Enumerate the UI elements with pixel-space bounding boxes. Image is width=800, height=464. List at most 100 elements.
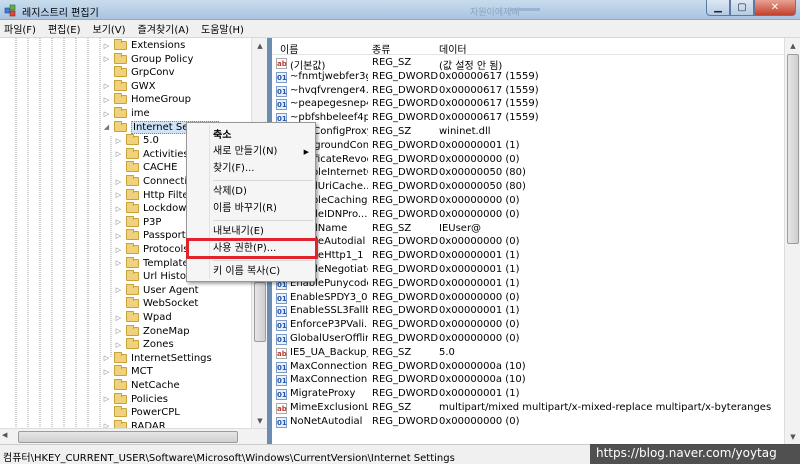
expand-arrow-icon[interactable]: ▷ xyxy=(114,150,123,159)
close-button[interactable]: ✕ xyxy=(754,0,796,16)
expand-arrow-icon[interactable]: ▷ xyxy=(114,340,123,349)
value-row[interactable]: 01GlobalUserOffline REG_DWORD0x00000000 (… xyxy=(272,333,784,346)
scroll-down-arrow-icon[interactable]: ▼ xyxy=(252,413,268,428)
tree-item[interactable]: ▷ Group Policy xyxy=(102,52,193,66)
expand-arrow-icon[interactable]: ▷ xyxy=(114,259,123,268)
scroll-up-arrow-icon[interactable]: ▲ xyxy=(252,38,268,53)
tree-item[interactable]: CACHE xyxy=(114,161,177,174)
value-row[interactable]: 01 ~hvqfvrenger4... REG_DWORD 0x00000617 (1… xyxy=(272,85,784,98)
tree-item[interactable]: NetCache xyxy=(102,379,180,392)
tree-item[interactable]: ▷ InternetSettings xyxy=(102,351,212,365)
expand-arrow-icon[interactable]: ▷ xyxy=(114,245,123,254)
expand-arrow-icon[interactable]: ▷ xyxy=(102,82,111,91)
tree-item[interactable]: ▷ ZoneMap xyxy=(114,324,190,338)
tree-item[interactable]: ▷ GWX xyxy=(102,79,156,93)
context-menu-item[interactable]: 이름 바꾸기(R) xyxy=(189,201,313,217)
expand-arrow-icon[interactable]: ▷ xyxy=(102,354,111,363)
value-row[interactable]: 01 EnablePunycode REG_DWORD 0x00000001 (1) xyxy=(272,278,784,291)
tree-item[interactable]: ▷ Wpad xyxy=(114,311,172,324)
scroll-up-arrow-icon[interactable]: ▲ xyxy=(785,38,800,53)
tree-item[interactable]: ▷ MCT xyxy=(102,365,153,378)
tree-item[interactable]: ▷ Extensions xyxy=(102,39,185,52)
value-row[interactable]: 01DisableInternetCom...REG_DWORD0x000000… xyxy=(272,167,784,180)
value-row[interactable]: 01~fnmtjwebfer3g... REG_DWORD0x00000617 (… xyxy=(272,71,784,84)
menu-favorites[interactable]: 즐겨찾기(A) xyxy=(138,21,189,36)
value-row[interactable]: abAutoConfigProxyREG_SZwininet.dll xyxy=(272,126,784,139)
tree-item[interactable]: ▷ User Agent xyxy=(114,283,199,297)
value-row[interactable]: abEmailNameREG_SZIEUser@ xyxy=(272,223,784,236)
value-row[interactable]: 01EnableNegotiateREG_DWORD0x00000001 (1) xyxy=(272,264,784,277)
context-menu-item[interactable]: 축소 xyxy=(189,128,313,144)
column-type[interactable]: 종류 xyxy=(372,41,390,56)
context-menu-item[interactable]: 키 이름 복사(C) xyxy=(189,264,313,280)
value-row[interactable]: 01EnableSSL3Fallb... REG_DWORD0x00000001 … xyxy=(272,305,784,318)
tree-item[interactable]: ▷ Zones xyxy=(114,338,174,351)
column-data[interactable]: 데이터 xyxy=(439,41,467,56)
value-row[interactable]: 01~pbfshbeleef4p...REG_DWORD0x00000617 (… xyxy=(272,112,784,125)
expand-arrow-icon[interactable]: ▷ xyxy=(102,55,111,64)
tree-item[interactable]: Url History xyxy=(114,270,196,283)
value-row[interactable]: 01EnableIDNPro...REG_DWORD0x00000000 (0) xyxy=(272,209,784,222)
value-row[interactable]: 01~peapegesnep4... REG_DWORD0x00000617 (1… xyxy=(272,98,784,111)
expand-arrow-icon[interactable]: ▷ xyxy=(114,218,123,227)
expand-arrow-icon[interactable]: ◢ xyxy=(102,123,111,132)
expand-arrow-icon[interactable]: ▷ xyxy=(114,191,123,200)
menu-help[interactable]: 도움말(H) xyxy=(201,21,244,36)
tree-item[interactable]: WebSocket xyxy=(114,297,198,310)
menu-view[interactable]: 보기(V) xyxy=(93,21,126,36)
tree-item[interactable]: ▷ Passport xyxy=(114,229,186,242)
value-row[interactable]: 01MaxConnection... REG_DWORD0x0000000a (1… xyxy=(272,374,784,387)
tree-scroll-thumb[interactable] xyxy=(254,282,266,342)
expand-arrow-icon[interactable]: ▷ xyxy=(102,109,111,118)
expand-arrow-icon[interactable]: ▷ xyxy=(114,136,123,145)
expand-arrow-icon[interactable]: ▷ xyxy=(102,95,111,104)
tree-item[interactable]: ▷ Activities xyxy=(114,147,189,161)
context-menu-item[interactable]: 찾기(F)... xyxy=(189,161,313,177)
expand-arrow-icon[interactable]: ▷ xyxy=(102,395,111,404)
menu-file[interactable]: 파일(F) xyxy=(4,21,36,36)
tree-item[interactable]: ▷ HomeGroup xyxy=(102,93,191,106)
tree-horizontal-scrollbar[interactable]: ◀ xyxy=(0,428,267,444)
values-scroll-thumb[interactable] xyxy=(787,54,799,244)
expand-arrow-icon[interactable]: ▷ xyxy=(114,327,123,336)
tree-item[interactable]: GrpConv xyxy=(102,66,175,79)
value-row[interactable]: 01EnableHttp1_1REG_DWORD0x00000001 (1) xyxy=(272,250,784,263)
tree-item[interactable]: ▷ RADAR xyxy=(102,419,166,428)
tree-item[interactable]: ▷ Policies xyxy=(102,392,168,406)
tree-item[interactable]: ▷ 5.0 xyxy=(114,134,159,147)
value-row[interactable]: 01 MigrateProxy REG_DWORD 0x00000001 (1) xyxy=(272,388,784,401)
value-row[interactable]: abIE5_UA_Backup_... REG_SZ 5.0 xyxy=(272,347,784,360)
value-row[interactable]: 01 EnableSPDY3_0 REG_DWORD 0x00000000 (0) xyxy=(272,292,784,305)
scroll-down-arrow-icon[interactable]: ▼ xyxy=(785,429,800,444)
value-row[interactable]: 01EmailUriCache...REG_DWORD0x00000050 (8… xyxy=(272,181,784,194)
tree-item[interactable]: ▷ Protocols xyxy=(114,243,189,256)
tree-item[interactable]: PowerCPL xyxy=(102,406,180,419)
value-row[interactable]: 01CertificateRevoc...REG_DWORD0x00000000… xyxy=(272,154,784,167)
tree-item[interactable]: ▷ P3P xyxy=(114,215,161,229)
value-row[interactable]: ab (기본값) REG_SZ (값 설정 안 됨) xyxy=(272,57,784,72)
expand-arrow-icon[interactable]: ▷ xyxy=(102,367,111,376)
menu-edit[interactable]: 편집(E) xyxy=(48,21,81,36)
column-name[interactable]: 이름 xyxy=(280,41,298,56)
expand-arrow-icon[interactable]: ▷ xyxy=(114,313,123,322)
value-row[interactable]: 01EnableAutodialREG_DWORD0x00000000 (0) xyxy=(272,236,784,249)
maximize-button[interactable]: ▢ xyxy=(730,0,754,16)
value-row[interactable]: 01DisableCaching...REG_DWORD0x00000000 (… xyxy=(272,195,784,208)
context-menu-item[interactable]: 삭제(D) xyxy=(189,184,313,200)
expand-arrow-icon[interactable]: ▷ xyxy=(114,231,123,240)
value-row[interactable]: 01 EnforceP3PVali... REG_DWORD 0x00000000 (… xyxy=(272,319,784,332)
value-row[interactable]: abMimeExclusionL... REG_SZ multipart/mixed… xyxy=(272,402,784,415)
value-row[interactable]: 01MaxConnection... REG_DWORD0x0000000a (1… xyxy=(272,361,784,374)
values-list[interactable]: 이름 종류 데이터 ab (기본값) REG_SZ (값 설정 안 됨) 01 ~fnmt… xyxy=(272,38,784,444)
tree-hscroll-thumb[interactable] xyxy=(18,431,238,443)
value-row[interactable]: 01 NoNetAutodial REG_DWORD 0x00000000 (0) xyxy=(272,416,784,429)
minimize-button[interactable]: ▁ xyxy=(706,0,730,16)
expand-arrow-icon[interactable]: ▷ xyxy=(114,204,123,213)
value-row[interactable]: 01BackgroundCon...REG_DWORD0x00000001 (1… xyxy=(272,140,784,153)
expand-arrow-icon[interactable]: ▷ xyxy=(102,41,111,50)
expand-arrow-icon[interactable]: ▷ xyxy=(114,286,123,295)
tree-item[interactable]: ▷ ime xyxy=(102,107,150,120)
values-vertical-scrollbar[interactable]: ▲ ▼ xyxy=(784,38,800,444)
scroll-left-arrow-icon[interactable]: ◀ xyxy=(2,431,7,439)
context-menu-item[interactable]: 새로 만들기(N) ▶ xyxy=(189,144,313,160)
